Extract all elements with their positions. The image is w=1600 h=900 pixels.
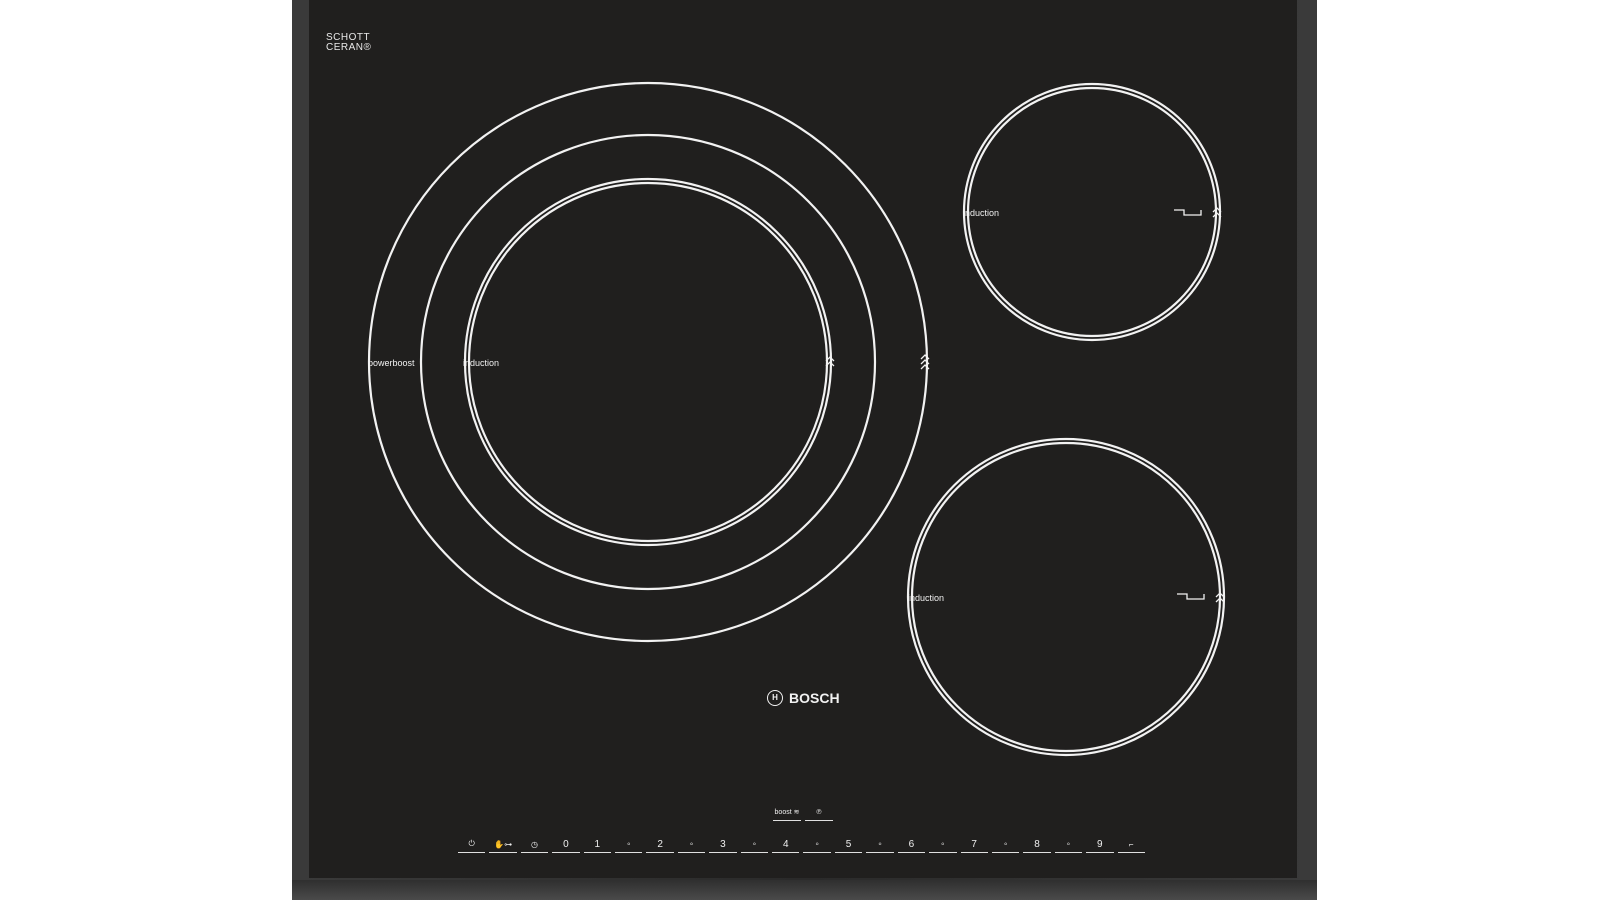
boost-key[interactable]: boost ≋ — [773, 804, 801, 821]
level-4-5-key[interactable]: ◦ — [803, 836, 831, 853]
level-2-key[interactable]: 2 — [646, 836, 674, 853]
level-4-key[interactable]: 4 — [772, 836, 800, 853]
bottom-right-zone-inner-ring — [910, 441, 1222, 753]
bottom-right-zone-outer-ring — [906, 437, 1226, 757]
bottom-right-pan-icon — [1177, 593, 1205, 600]
schott-logo-line2: CERAN® — [326, 42, 372, 53]
touch-control-panel: ⏻ ✋⊶ ◷ 0 1 ◦ 2 ◦ 3 ◦ 4 ◦ 5 ◦ 6 ◦ 7 ◦ 8 ◦… — [458, 836, 1145, 853]
level-1-key[interactable]: 1 — [583, 836, 612, 853]
large-zone-outer-ring — [367, 81, 929, 643]
bottom-right-zone-label: induction — [908, 593, 945, 603]
level-2-5-key[interactable]: ◦ — [677, 836, 706, 853]
level-6-5-key[interactable]: ◦ — [929, 836, 957, 853]
level-9-key[interactable]: 9 — [1086, 836, 1114, 853]
top-right-zone-label: induction — [963, 208, 1000, 218]
top-right-pan-icon — [1174, 209, 1202, 216]
bosch-wordmark: BOSCH — [789, 690, 840, 706]
level-5-key[interactable]: 5 — [834, 836, 863, 853]
top-right-zone-inner-ring — [966, 86, 1218, 338]
level-8-key[interactable]: 8 — [1023, 836, 1051, 853]
childlock-key[interactable]: ✋⊶ — [489, 836, 517, 853]
pause-key[interactable]: ℗ — [805, 804, 833, 821]
level-3-key[interactable]: 3 — [709, 836, 737, 853]
level-1-5-key[interactable]: ◦ — [615, 836, 643, 853]
pan-detect-key[interactable]: ⌐ — [1117, 836, 1145, 853]
large-zone-outer-label: powerboost — [368, 358, 415, 368]
level-8-5-key[interactable]: ◦ — [1054, 836, 1083, 853]
level-0-key[interactable]: 0 — [552, 836, 580, 853]
level-6-key[interactable]: 6 — [897, 836, 926, 853]
level-7-key[interactable]: 7 — [960, 836, 988, 853]
power-key[interactable]: ⏻ — [458, 836, 486, 853]
large-zone-inner-ring-inner — [467, 181, 829, 543]
upper-control-keys: boost ≋ ℗ — [773, 804, 833, 821]
timer-key[interactable]: ◷ — [520, 836, 549, 853]
large-zone-power-chevron-icon — [920, 354, 930, 370]
bosch-logo: H BOSCH — [767, 690, 840, 706]
schott-ceran-logo: SCHOTT CERAN® — [326, 33, 371, 53]
bosch-armature-icon: H — [767, 690, 783, 706]
level-7-5-key[interactable]: ◦ — [991, 836, 1020, 853]
level-5-5-key[interactable]: ◦ — [866, 836, 894, 853]
cooking-zones — [367, 81, 1226, 757]
level-3-5-key[interactable]: ◦ — [740, 836, 769, 853]
large-zone-inner-ring-outer — [463, 177, 833, 547]
large-zone-inner-label: induction — [463, 358, 500, 368]
top-right-zone-outer-ring — [962, 82, 1222, 342]
